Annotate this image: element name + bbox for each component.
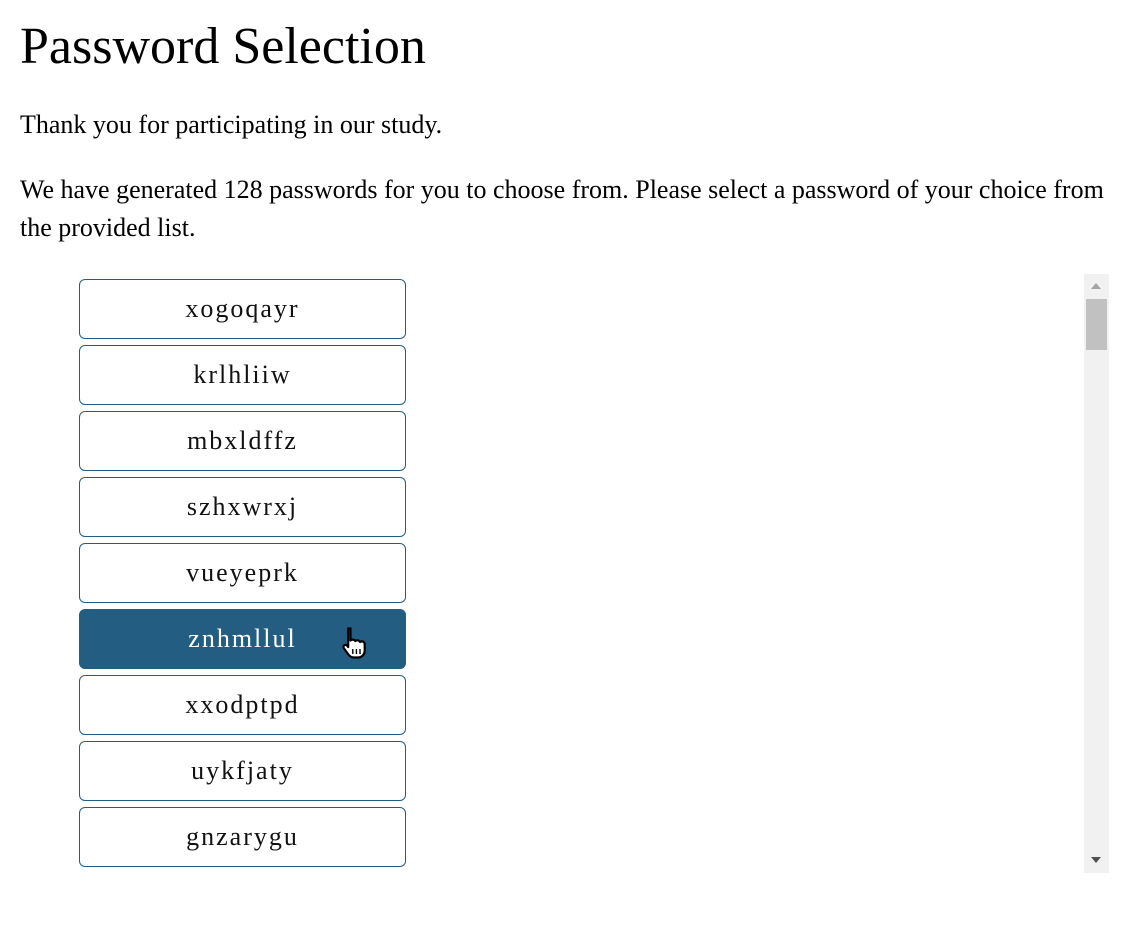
scroll-up-arrow-icon[interactable] [1091, 283, 1101, 289]
password-option-button[interactable]: vueyeprk [79, 543, 406, 603]
password-option-label: krlhliiw [193, 360, 292, 389]
scroll-down-arrow-icon[interactable] [1091, 857, 1101, 863]
password-option-button[interactable]: krlhliiw [79, 345, 406, 405]
password-option-label: gnzarygu [186, 822, 299, 851]
intro-text: Thank you for participating in our study… [20, 110, 443, 139]
password-option-button[interactable]: szhxwrxj [79, 477, 406, 537]
password-option-label: znhmllul [188, 624, 297, 653]
password-option-button[interactable]: mbxldffz [79, 411, 406, 471]
password-list-container[interactable]: xogoqayr krlhliiw mbxldffz szhxwrxj vuey… [20, 274, 1109, 873]
password-option-button[interactable]: gnzarygu [79, 807, 406, 867]
page: Password Selection Thank you for partici… [0, 0, 1134, 925]
password-option-button-selected[interactable]: znhmllul [79, 609, 406, 669]
page-title: Password Selection [20, 18, 426, 75]
hand-pointer-icon [342, 627, 366, 659]
instructions-text: We have generated 128 passwords for you … [20, 175, 1104, 242]
password-list: xogoqayr krlhliiw mbxldffz szhxwrxj vuey… [79, 279, 406, 873]
scrollbar-thumb[interactable] [1086, 299, 1107, 350]
password-option-label: xogoqayr [185, 294, 300, 323]
password-option-label: szhxwrxj [186, 492, 299, 521]
password-option-label: mbxldffz [187, 426, 298, 455]
password-option-button[interactable]: xxodptpd [79, 675, 406, 735]
password-option-button[interactable]: uykfjaty [79, 741, 406, 801]
password-option-button[interactable]: xogoqayr [79, 279, 406, 339]
password-option-label: xxodptpd [185, 690, 300, 719]
password-option-label: uykfjaty [191, 756, 294, 785]
vertical-scrollbar[interactable] [1084, 274, 1109, 873]
password-option-label: vueyeprk [186, 558, 299, 587]
